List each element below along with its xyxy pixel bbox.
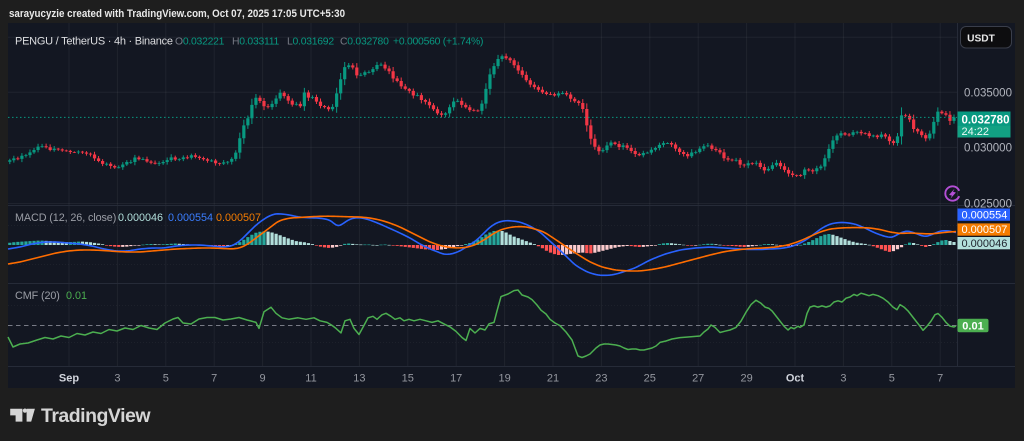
- svg-text:0.000507: 0.000507: [216, 212, 261, 224]
- svg-text:5: 5: [163, 373, 169, 385]
- svg-text:MACD (12, 26, close): MACD (12, 26, close): [15, 212, 116, 224]
- svg-text:CMF (20): CMF (20): [15, 290, 60, 302]
- svg-text:0.000507: 0.000507: [962, 224, 1008, 236]
- svg-text:0.000554: 0.000554: [962, 209, 1008, 221]
- svg-text:29: 29: [740, 373, 752, 385]
- svg-text:27: 27: [692, 373, 704, 385]
- svg-text:11: 11: [305, 373, 316, 385]
- svg-text:25: 25: [644, 373, 656, 385]
- svg-text:3: 3: [840, 373, 846, 385]
- svg-text:5: 5: [889, 373, 895, 385]
- svg-text:3: 3: [114, 373, 120, 385]
- svg-text:0.01: 0.01: [66, 290, 87, 302]
- svg-text:21: 21: [547, 373, 559, 385]
- svg-text:+0.000560 (+1.74%): +0.000560 (+1.74%): [393, 37, 483, 48]
- svg-text:15: 15: [402, 373, 414, 385]
- svg-text:0.01: 0.01: [962, 320, 983, 332]
- svg-text:0.035000: 0.035000: [964, 87, 1012, 99]
- svg-text:0.000046: 0.000046: [118, 212, 163, 224]
- svg-text:O0.032221: O0.032221: [175, 37, 225, 48]
- svg-text:0.000554: 0.000554: [168, 212, 213, 224]
- svg-text:24:22: 24:22: [962, 126, 990, 138]
- svg-text:C0.032780: C0.032780: [340, 37, 389, 48]
- svg-text:L0.031692: L0.031692: [287, 37, 334, 48]
- svg-text:19: 19: [498, 373, 510, 385]
- svg-text:13: 13: [353, 373, 365, 385]
- svg-text:0.030000: 0.030000: [964, 142, 1012, 154]
- svg-text:0.000046: 0.000046: [962, 238, 1008, 250]
- svg-text:23: 23: [595, 373, 607, 385]
- svg-text:Oct: Oct: [786, 373, 805, 385]
- svg-text:7: 7: [211, 373, 217, 385]
- svg-text:7: 7: [937, 373, 943, 385]
- svg-text:Sep: Sep: [59, 373, 79, 385]
- svg-text:TradingView: TradingView: [41, 405, 151, 427]
- svg-text:17: 17: [450, 373, 462, 385]
- svg-text:H0.033111: H0.033111: [232, 37, 280, 48]
- svg-text:USDT: USDT: [967, 33, 996, 44]
- svg-text:sarayucyzie created with Tradi: sarayucyzie created with TradingView.com…: [9, 8, 345, 20]
- svg-text:9: 9: [260, 373, 266, 385]
- svg-text:0.032780: 0.032780: [962, 114, 1010, 126]
- svg-text:PENGU / TetherUS · 4h · Binanc: PENGU / TetherUS · 4h · Binance: [15, 36, 173, 48]
